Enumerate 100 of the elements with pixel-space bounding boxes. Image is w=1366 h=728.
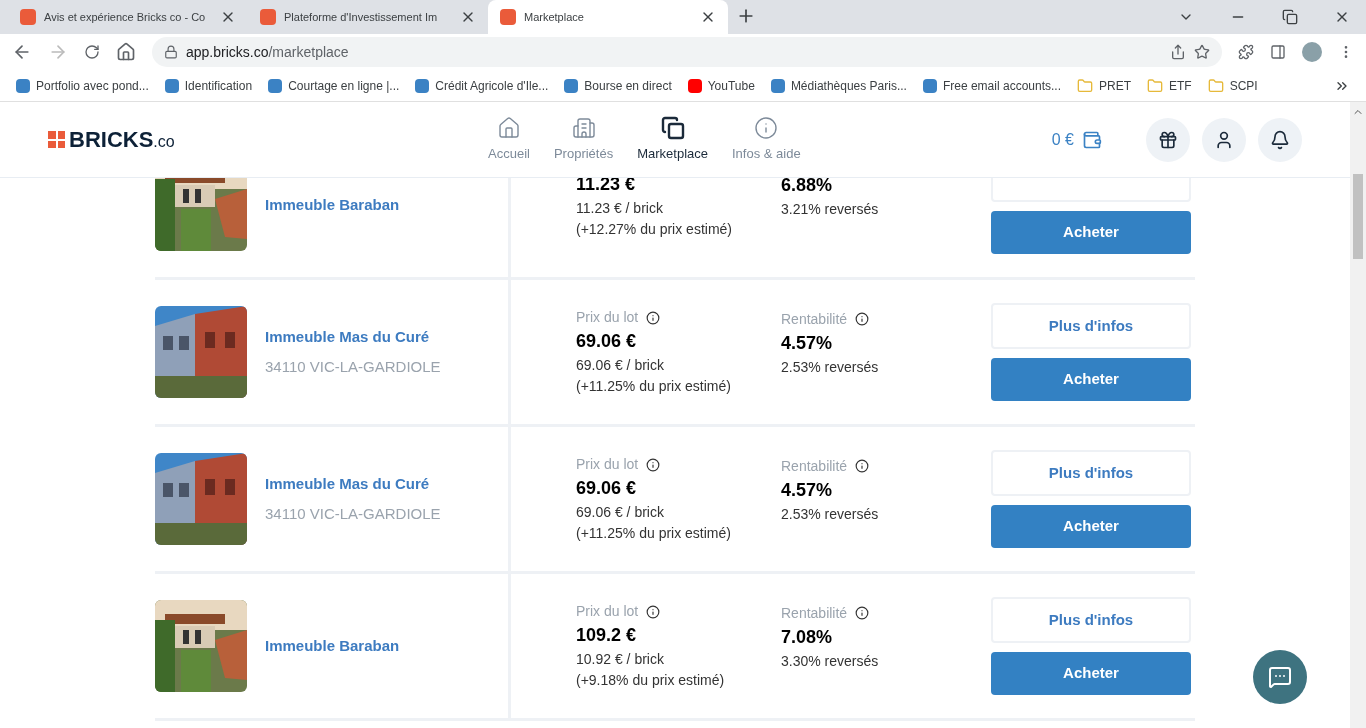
estimate-note: (+12.27% du prix estimé) xyxy=(576,219,734,239)
stack-icon xyxy=(660,115,685,140)
site-icon xyxy=(164,78,179,93)
lot-price: 69.06 € xyxy=(576,330,638,353)
folder-icon xyxy=(1147,77,1163,94)
property-name[interactable]: Immeuble Mas du Curé xyxy=(265,325,441,348)
notifications-button[interactable] xyxy=(1258,117,1302,162)
bookmark[interactable]: Crédit Agricole d'Ile... xyxy=(415,76,549,95)
restore-icon[interactable] xyxy=(1282,9,1298,25)
site-icon xyxy=(16,78,30,93)
price-label: Prix du lot xyxy=(576,454,781,475)
bookmark[interactable]: ETF xyxy=(1147,76,1192,95)
bookmark[interactable]: SCPI xyxy=(1207,76,1258,95)
info-icon[interactable] xyxy=(855,312,870,326)
user-icon xyxy=(1214,129,1234,150)
site-icon xyxy=(770,78,785,93)
share-icon[interactable] xyxy=(1170,44,1186,60)
site-icon xyxy=(500,9,516,25)
yield-label: Rentabilité xyxy=(781,308,991,330)
bookmark[interactable]: PRET xyxy=(1077,76,1131,95)
paid-yield: 2.53% reversés xyxy=(781,504,880,524)
lot-price: 109.2 € xyxy=(576,624,638,647)
yield-label: Rentabilité xyxy=(781,602,991,624)
nav-item[interactable]: Propriétés xyxy=(553,115,614,164)
wallet-icon xyxy=(1082,129,1102,150)
browser-tab[interactable]: Plateforme d'Investissement Im xyxy=(248,0,488,34)
paid-yield: 2.53% reversés xyxy=(781,357,880,377)
property-name[interactable]: Immeuble Baraban xyxy=(265,634,400,658)
site-icon xyxy=(268,78,283,93)
wallet-balance[interactable]: 0 € xyxy=(1051,127,1102,152)
bookmark[interactable]: Courtage en ligne |... xyxy=(268,76,400,95)
bookmark[interactable]: Identification xyxy=(164,76,253,95)
bell-icon xyxy=(1270,129,1290,150)
home-icon[interactable] xyxy=(116,42,136,62)
nav-item[interactable]: Accueil xyxy=(488,115,530,164)
profile-avatar[interactable] xyxy=(1302,42,1322,62)
price-per-brick: 11.23 € / brick xyxy=(576,198,664,218)
profile-button[interactable] xyxy=(1202,117,1246,162)
price-label: Prix du lot xyxy=(576,307,781,328)
more-info-button[interactable]: Plus d'infos xyxy=(991,597,1191,643)
property-name[interactable]: Immeuble Baraban xyxy=(265,193,400,217)
gift-icon xyxy=(1158,129,1178,150)
site-icon xyxy=(564,78,579,93)
yield-value: 6.88% xyxy=(781,178,834,197)
info-icon[interactable] xyxy=(646,310,661,325)
scrollbar-thumb[interactable] xyxy=(1353,174,1363,259)
chat-button[interactable] xyxy=(1253,650,1307,704)
lock-icon xyxy=(164,45,178,59)
nav-item[interactable]: Infos & aide xyxy=(732,115,801,164)
extensions-icon[interactable] xyxy=(1238,44,1254,60)
buy-button[interactable]: Acheter xyxy=(991,652,1191,695)
property-address: 34110 VIC-LA-GARDIOLE xyxy=(265,504,441,524)
site-icon xyxy=(687,78,702,93)
estimate-note: (+9.18% du prix estimé) xyxy=(576,671,726,690)
info-icon xyxy=(754,115,779,140)
logo-text: BRICKS.co xyxy=(69,126,175,154)
bookmark[interactable]: YouTube xyxy=(687,76,755,95)
info-icon[interactable] xyxy=(855,459,870,473)
estimate-note: (+11.25% du prix estimé) xyxy=(576,377,732,396)
tab-title: Plateforme d'Investissement Im xyxy=(284,9,439,25)
chat-icon xyxy=(1268,665,1292,689)
buy-button[interactable]: Acheter xyxy=(991,358,1191,401)
site-icon xyxy=(922,78,937,93)
more-info-button[interactable]: Plus d'infos xyxy=(991,303,1191,349)
tab-title: Avis et expérience Bricks co - Co xyxy=(44,9,207,25)
gift-button[interactable] xyxy=(1146,117,1190,162)
yield-label: Rentabilité xyxy=(781,455,991,477)
url-text: app.bricks.co/marketplace xyxy=(186,42,350,62)
info-icon[interactable] xyxy=(855,606,870,620)
folder-icon xyxy=(1207,77,1224,94)
folder-icon xyxy=(1077,77,1093,94)
bookmark[interactable]: Bourse en direct xyxy=(564,76,672,95)
building-icon xyxy=(571,115,596,140)
buy-button[interactable]: Acheter xyxy=(991,211,1191,254)
price-per-brick: 69.06 € / brick xyxy=(576,356,665,375)
bookmark[interactable]: Médiathèques Paris... xyxy=(770,76,907,95)
home-icon xyxy=(496,115,521,140)
paid-yield: 3.21% reversés xyxy=(781,200,880,219)
yield-value: 7.08% xyxy=(781,625,834,649)
yield-value: 4.57% xyxy=(781,331,834,355)
logo-icon xyxy=(48,131,65,148)
reload-icon[interactable] xyxy=(84,44,100,60)
price-per-brick: 10.92 € / brick xyxy=(576,650,665,669)
browser-tab[interactable]: Avis et expérience Bricks co - Co xyxy=(8,0,248,34)
address-bar[interactable]: app.bricks.co/marketplace xyxy=(152,37,1222,67)
side-panel-icon[interactable] xyxy=(1270,44,1286,60)
yield-value: 4.57% xyxy=(781,478,834,502)
property-name[interactable]: Immeuble Mas du Curé xyxy=(265,472,441,495)
paid-yield: 3.30% reversés xyxy=(781,651,880,671)
nav-item[interactable]: Marketplace xyxy=(637,115,708,164)
more-info-button[interactable]: Plus d'infos xyxy=(991,450,1191,496)
info-icon[interactable] xyxy=(646,604,661,619)
estimate-note: (+11.25% du prix estimé) xyxy=(576,524,732,543)
bookmark-star-icon[interactable] xyxy=(1194,44,1210,60)
tab-title: Marketplace xyxy=(524,9,585,25)
buy-button[interactable]: Acheter xyxy=(991,505,1191,548)
info-icon[interactable] xyxy=(646,457,661,472)
bookmark[interactable]: Free email accounts... xyxy=(922,76,1061,95)
bookmark[interactable]: Portfolio avec pond... xyxy=(16,76,149,95)
browser-tab[interactable]: Marketplace xyxy=(488,0,728,34)
